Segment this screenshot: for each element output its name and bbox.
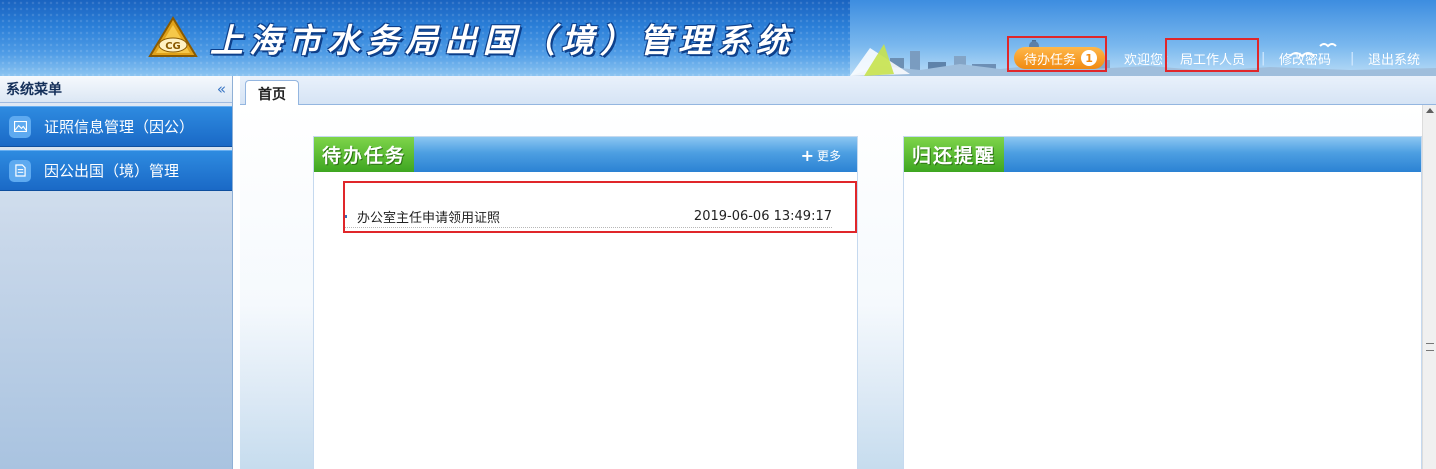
todo-item-title: 办公室主任申请领用证照: [357, 210, 501, 226]
nav-separator: |: [1350, 50, 1355, 66]
home-content: 待办任务 + 更多 办公室主任申请领用证照 2019-06-06 13:49:1…: [240, 105, 1422, 469]
vertical-scrollbar[interactable]: [1422, 105, 1436, 469]
sidebar-title: 系统菜单: [6, 82, 62, 98]
welcome-label: 欢迎您：: [1124, 52, 1177, 68]
document-icon: [9, 159, 31, 182]
app-logo: CG: [146, 16, 200, 62]
scroll-up-arrow-icon[interactable]: [1426, 108, 1434, 113]
sidebar: 系统菜单 « 证照信息管理（因公） 因公出国（境）管理: [0, 76, 233, 469]
reminder-panel-header: 归还提醒: [904, 137, 1421, 172]
tab-bar: 首页: [240, 76, 1436, 106]
collapse-sidebar-icon[interactable]: «: [217, 80, 226, 98]
main-area: 首页 待办任务 + 更多 办公室主任申请领用证照 2019-06-06 13:4…: [240, 76, 1436, 469]
todo-tasks-label: 待办任务: [1024, 52, 1077, 68]
scroll-thumb[interactable]: [1426, 343, 1434, 351]
logout-link[interactable]: 退出系统: [1368, 46, 1420, 70]
image-icon: [9, 115, 31, 138]
todo-panel-title: 待办任务: [314, 137, 415, 172]
todo-count-badge: 1: [1081, 50, 1098, 66]
app-title: 上海市水务局出国（境）管理系统: [210, 21, 795, 60]
app-header: CG 上海市水务局出国（境）管理系统 待办任务 1 欢迎您： 局工作人员 | 修…: [0, 0, 1436, 76]
svg-text:CG: CG: [165, 41, 181, 52]
todo-tasks-button[interactable]: 待办任务 1: [1014, 47, 1106, 69]
sidebar-header: 系统菜单 «: [0, 76, 232, 103]
more-link[interactable]: + 更多: [801, 147, 841, 164]
todo-item-time: 2019-06-06 13:49:17: [693, 208, 832, 224]
change-password-link[interactable]: 修改密码: [1279, 46, 1331, 70]
nav-separator: |: [1261, 50, 1266, 66]
current-user-link[interactable]: 局工作人员: [1180, 46, 1245, 70]
sidebar-item-label: 证照信息管理（因公）: [44, 118, 195, 136]
plus-icon: +: [800, 145, 814, 165]
todo-panel-header: 待办任务 + 更多: [314, 137, 857, 172]
sidebar-item-outbound-management[interactable]: 因公出国（境）管理: [0, 150, 232, 191]
return-reminder-panel: 归还提醒: [903, 136, 1422, 469]
reminder-panel-title: 归还提醒: [904, 137, 1005, 172]
more-label: 更多: [816, 149, 841, 163]
todo-panel: 待办任务 + 更多 办公室主任申请领用证照 2019-06-06 13:49:1…: [313, 136, 858, 469]
todo-list-item[interactable]: 办公室主任申请领用证照 2019-06-06 13:49:17: [344, 205, 832, 228]
tab-home[interactable]: 首页: [245, 80, 299, 106]
sidebar-item-label: 因公出国（境）管理: [44, 162, 180, 180]
sidebar-item-passport-management[interactable]: 证照信息管理（因公）: [0, 106, 232, 147]
bullet-icon: [344, 214, 347, 218]
